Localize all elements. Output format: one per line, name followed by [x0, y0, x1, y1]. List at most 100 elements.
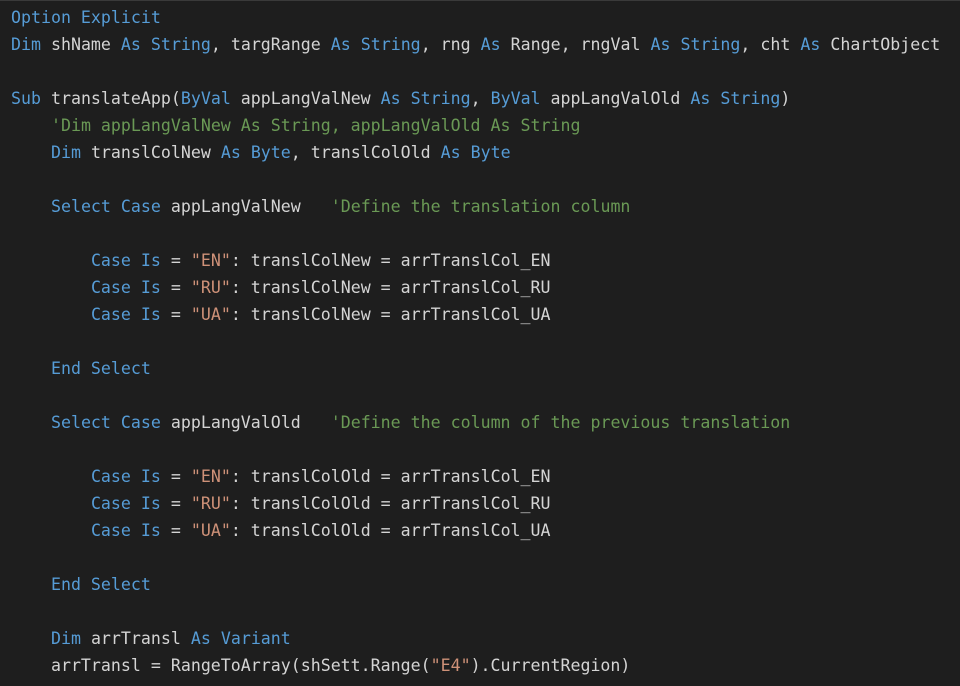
- code-string: "UA": [190, 521, 231, 540]
- code-text: appLangValOld: [160, 413, 331, 432]
- code-text: , rng: [420, 35, 481, 54]
- code-keyword: As: [650, 35, 671, 54]
- code-string: "EN": [190, 251, 231, 270]
- code-area[interactable]: Option Explicit Dim shName As String, tar…: [11, 4, 940, 679]
- code-text: =: [160, 278, 191, 297]
- code-string: "EN": [190, 467, 231, 486]
- code-line[interactable]: Sub translateApp(ByVal appLangValNew As …: [11, 85, 940, 112]
- code-keyword: Option Explicit: [11, 8, 161, 27]
- code-text: translColNew: [80, 143, 221, 162]
- code-keyword: Select Case: [50, 197, 161, 216]
- code-text: appLangValOld: [540, 89, 691, 108]
- code-line[interactable]: [11, 166, 940, 193]
- code-string: "RU": [190, 494, 231, 513]
- code-keyword: End Select: [50, 575, 151, 594]
- code-text: : translColOld = arrTranslCol_UA: [230, 521, 551, 540]
- code-keyword: ByVal: [490, 89, 541, 108]
- code-line[interactable]: [11, 436, 940, 463]
- code-keyword: Dim: [11, 35, 41, 54]
- code-line[interactable]: Case Is = "EN": translColOld = arrTransl…: [11, 463, 940, 490]
- code-keyword: String: [360, 35, 421, 54]
- code-text: ): [780, 89, 791, 108]
- code-line[interactable]: Option Explicit: [11, 4, 940, 31]
- code-text: : translColOld = arrTranslCol_RU: [230, 494, 551, 513]
- code-comment: 'Define the translation column: [330, 197, 631, 216]
- code-text: , translColOld: [290, 143, 441, 162]
- code-line[interactable]: Case Is = "UA": translColOld = arrTransl…: [11, 517, 940, 544]
- code-text: ,: [470, 89, 491, 108]
- code-keyword: As: [800, 35, 821, 54]
- code-text: Range, rngVal: [500, 35, 651, 54]
- code-line[interactable]: Case Is = "RU": translColOld = arrTransl…: [11, 490, 940, 517]
- code-string: "E4": [430, 656, 471, 675]
- code-line[interactable]: 'Dim appLangValNew As String, appLangVal…: [11, 112, 940, 139]
- code-keyword: String: [680, 35, 741, 54]
- code-text: : translColNew = arrTranslCol_RU: [230, 278, 551, 297]
- code-keyword: As: [690, 89, 711, 108]
- code-text: : translColNew = arrTranslCol_UA: [230, 305, 551, 324]
- code-text: =: [160, 251, 191, 270]
- code-line[interactable]: Dim translColNew As Byte, translColOld A…: [11, 139, 940, 166]
- code-line[interactable]: Dim shName As String, targRange As Strin…: [11, 31, 940, 58]
- code-line[interactable]: [11, 220, 940, 247]
- code-string: "RU": [190, 278, 231, 297]
- code-keyword: Dim: [50, 143, 81, 162]
- code-keyword: Byte: [470, 143, 511, 162]
- code-keyword: As: [190, 629, 211, 648]
- code-line[interactable]: End Select: [11, 355, 940, 382]
- code-editor[interactable]: Option Explicit Dim shName As String, tar…: [0, 0, 960, 686]
- code-text: appLangValNew: [160, 197, 331, 216]
- code-line[interactable]: Case Is = "UA": translColNew = arrTransl…: [11, 301, 940, 328]
- code-keyword: String: [720, 89, 781, 108]
- code-text: : translColOld = arrTranslCol_EN: [230, 467, 551, 486]
- code-line[interactable]: Case Is = "RU": translColNew = arrTransl…: [11, 274, 940, 301]
- code-keyword: As: [480, 35, 501, 54]
- code-line[interactable]: Dim arrTransl As Variant: [11, 625, 940, 652]
- code-keyword: Case Is: [90, 251, 161, 270]
- code-keyword: String: [150, 35, 211, 54]
- code-string: "UA": [190, 305, 231, 324]
- code-keyword: Dim: [50, 629, 81, 648]
- code-text: =: [160, 305, 191, 324]
- code-line[interactable]: Case Is = "EN": translColNew = arrTransl…: [11, 247, 940, 274]
- code-keyword: End Select: [50, 359, 151, 378]
- code-text: =: [160, 467, 191, 486]
- code-text: ).CurrentRegion): [470, 656, 631, 675]
- code-comment: 'Define the column of the previous trans…: [330, 413, 791, 432]
- code-keyword: Case Is: [90, 305, 161, 324]
- code-text: appLangValNew: [230, 89, 381, 108]
- code-text: ChartObject: [820, 35, 941, 54]
- code-keyword: Case Is: [90, 278, 161, 297]
- code-line[interactable]: [11, 58, 940, 85]
- code-line[interactable]: Select Case appLangValNew 'Define the tr…: [11, 193, 940, 220]
- code-line[interactable]: Select Case appLangValOld 'Define the co…: [11, 409, 940, 436]
- code-keyword: Case Is: [90, 494, 161, 513]
- code-line[interactable]: End Select: [11, 571, 940, 598]
- code-line[interactable]: [11, 382, 940, 409]
- code-keyword: As: [440, 143, 461, 162]
- code-text: shName: [40, 35, 121, 54]
- code-text: =: [160, 521, 191, 540]
- code-keyword: ByVal: [180, 89, 231, 108]
- code-line[interactable]: arrTransl = RangeToArray(shSett.Range("E…: [11, 652, 940, 679]
- code-line[interactable]: [11, 544, 940, 571]
- code-line[interactable]: [11, 328, 940, 355]
- code-line[interactable]: [11, 598, 940, 625]
- code-keyword: Byte: [250, 143, 291, 162]
